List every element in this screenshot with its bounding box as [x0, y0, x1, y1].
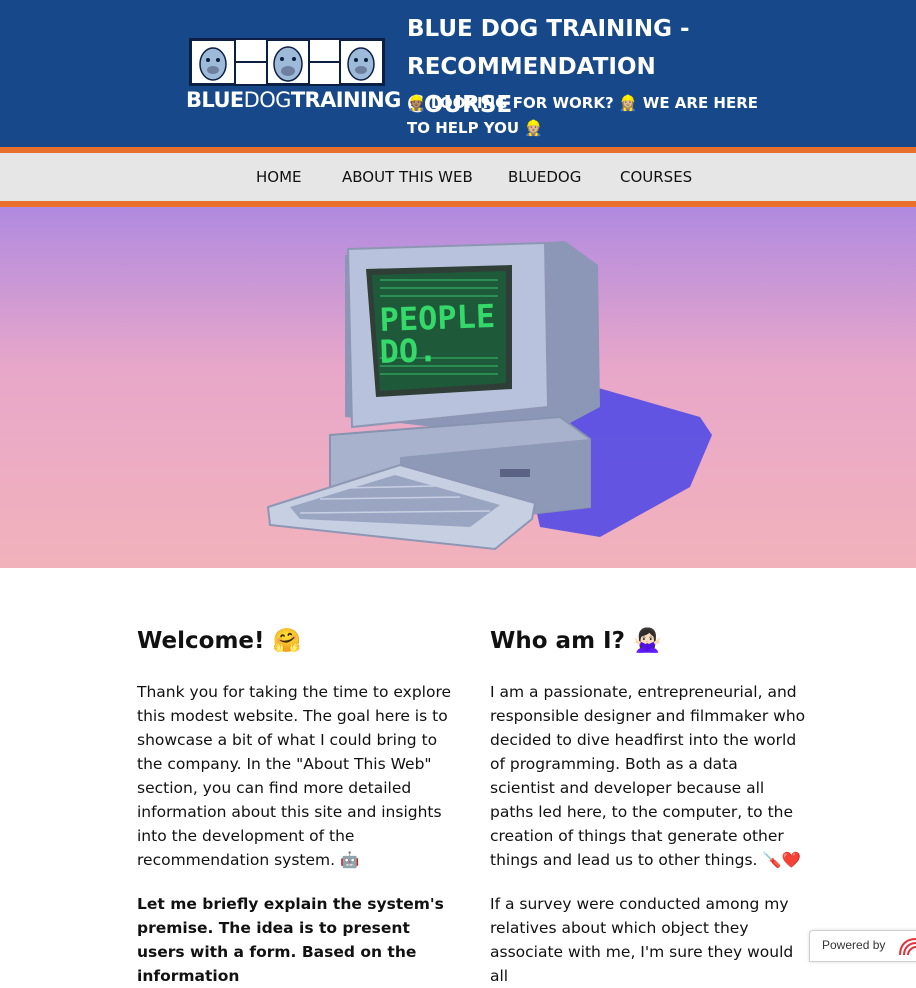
retro-computer-illustration: PEOPLE DO. — [266, 241, 712, 551]
powered-by-label: Powered by — [822, 938, 886, 952]
about-section: Who am I? 🙅🏻‍♀️ I am a passionate, entre… — [490, 620, 806, 985]
site-header: BLUEDOGTRAINING BLUE DOG TRAINING - RECO… — [0, 0, 916, 147]
welcome-section: Welcome! 🤗 Thank you for taking the time… — [137, 620, 453, 985]
screen-text-line2: DO. — [379, 331, 438, 371]
hero-banner: PEOPLE DO. — [0, 207, 916, 568]
welcome-heading: Welcome! 🤗 — [137, 628, 302, 654]
powered-by-badge[interactable]: Powered by — [809, 930, 916, 962]
about-heading: Who am I? 🙅🏻‍♀️ — [490, 628, 662, 654]
about-paragraph-1: I am a passionate, entrepreneurial, and … — [490, 683, 806, 869]
nav-item-bluedog[interactable]: BLUEDOG — [508, 168, 581, 186]
site-logo[interactable]: BLUEDOGTRAINING — [186, 38, 401, 114]
welcome-paragraph-1: Thank you for taking the time to explore… — [137, 683, 452, 869]
streamlit-logo-icon — [899, 938, 916, 956]
site-tagline: 👷🏽 LOOKING FOR WORK? 👷🏼‍♀️ WE ARE HERE T… — [407, 94, 759, 137]
nav-item-courses[interactable]: COURSES — [620, 168, 692, 186]
nav-item-home[interactable]: HOME — [256, 168, 302, 186]
about-paragraph-2: If a survey were conducted among my rela… — [490, 895, 794, 985]
logo-wordmark: BLUEDOGTRAINING — [186, 88, 401, 112]
nav-item-about-this-web[interactable]: ABOUT THIS WEB — [342, 168, 473, 186]
bulldog-logo-icon — [189, 38, 385, 86]
welcome-paragraph-2: Let me briefly explain the system's prem… — [137, 895, 444, 985]
main-nav: HOME ABOUT THIS WEB BLUEDOG COURSES — [0, 153, 916, 201]
